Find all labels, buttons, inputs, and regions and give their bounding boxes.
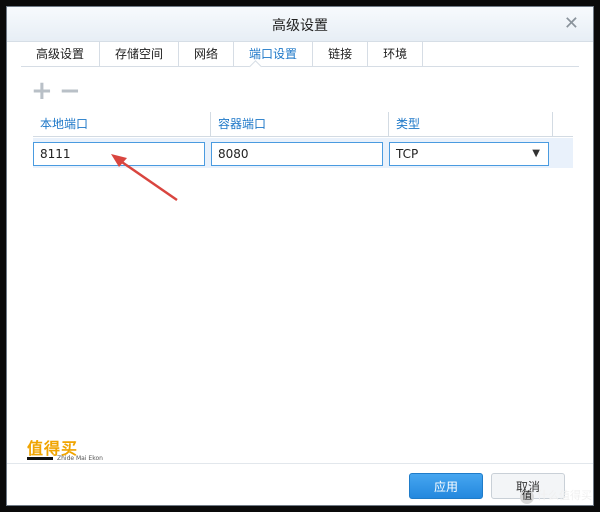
logo-subtext: Zhide Mai Ekon xyxy=(57,455,103,462)
annotation-arrow xyxy=(111,154,178,202)
watermark-text: 什么值得买 xyxy=(537,489,592,502)
watermark-logo: 值得买 Zhide Mai Ekon xyxy=(27,435,107,475)
watermark-badge: 值 xyxy=(520,490,534,504)
apply-button[interactable]: 应用 xyxy=(409,473,483,499)
site-watermark: 值什么值得买 xyxy=(520,487,592,504)
advanced-settings-dialog: 高级设置 ✕ 高级设置 存储空间 网络 端口设置 链接 环境 + − 本地端口 … xyxy=(6,6,594,506)
footer-divider xyxy=(7,463,593,464)
annotation-arrow-line xyxy=(118,158,178,202)
logo-bar xyxy=(27,457,53,460)
